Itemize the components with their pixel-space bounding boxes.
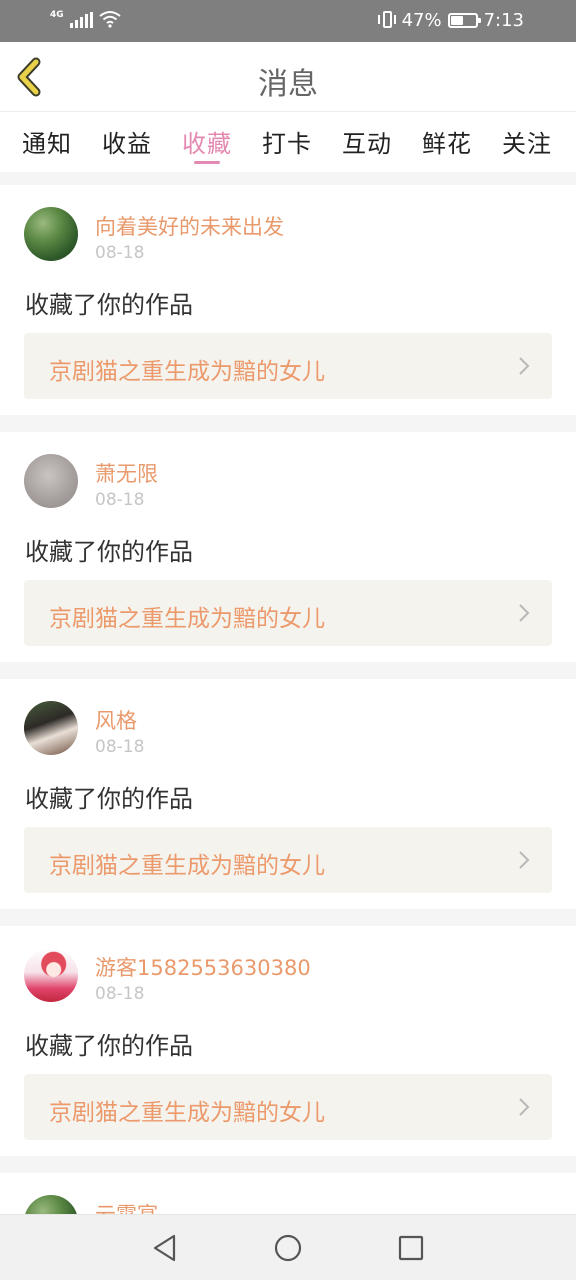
notification-card: 萧无限 08-18 收藏了你的作品 京剧猫之重生成为黯的女儿 — [0, 432, 576, 662]
notification-list: 向着美好的未来出发 08-18 收藏了你的作品 京剧猫之重生成为黯的女儿 萧无限… — [0, 185, 576, 1233]
work-link[interactable]: 京剧猫之重生成为黯的女儿 — [24, 827, 552, 893]
system-nav-bar — [0, 1214, 576, 1280]
signal-icon — [69, 12, 93, 28]
work-title: 京剧猫之重生成为黯的女儿 — [49, 359, 325, 385]
tab-interactions[interactable]: 互动 — [342, 112, 392, 172]
work-title: 京剧猫之重生成为黯的女儿 — [49, 853, 325, 879]
work-link[interactable]: 京剧猫之重生成为黯的女儿 — [24, 333, 552, 399]
username[interactable]: 游客1582553630380 — [95, 952, 311, 982]
network-type: 4G — [50, 10, 64, 20]
tab-earnings[interactable]: 收益 — [102, 112, 152, 172]
category-tabs: 通知 收益 收藏 打卡 互动 鲜花 关注 — [0, 112, 576, 172]
work-title: 京剧猫之重生成为黯的女儿 — [49, 1100, 325, 1126]
notification-date: 08-18 — [95, 243, 145, 263]
action-text: 收藏了你的作品 — [25, 785, 193, 813]
tab-favorites[interactable]: 收藏 — [182, 112, 232, 172]
username[interactable]: 风格 — [95, 705, 137, 735]
vibrate-icon — [377, 9, 396, 31]
user-avatar[interactable] — [24, 454, 78, 508]
chevron-right-icon — [519, 357, 530, 375]
back-triangle-icon[interactable] — [150, 1233, 180, 1263]
recent-square-icon[interactable] — [396, 1233, 426, 1263]
username[interactable]: 萧无限 — [95, 458, 158, 488]
user-avatar[interactable] — [24, 701, 78, 755]
chevron-right-icon — [519, 1098, 530, 1116]
status-bar: 4G 47% 7:13 — [0, 0, 576, 42]
notification-card: 游客1582553630380 08-18 收藏了你的作品 京剧猫之重生成为黯的… — [0, 926, 576, 1156]
notification-card: 向着美好的未来出发 08-18 收藏了你的作品 京剧猫之重生成为黯的女儿 — [0, 185, 576, 415]
user-avatar[interactable] — [24, 207, 78, 261]
tab-notifications[interactable]: 通知 — [22, 112, 72, 172]
chevron-right-icon — [519, 604, 530, 622]
page-title: 消息 — [258, 67, 318, 102]
battery-icon — [447, 12, 481, 28]
wifi-icon — [99, 11, 121, 28]
clock: 7:13 — [483, 9, 524, 31]
notification-date: 08-18 — [95, 737, 145, 757]
user-avatar[interactable] — [24, 948, 78, 1002]
notification-date: 08-18 — [95, 490, 145, 510]
tab-flowers[interactable]: 鲜花 — [422, 112, 472, 172]
chevron-right-icon — [519, 851, 530, 869]
app-header: 消息 — [0, 42, 576, 112]
notification-date: 08-18 — [95, 984, 145, 1004]
action-text: 收藏了你的作品 — [25, 291, 193, 319]
work-link[interactable]: 京剧猫之重生成为黯的女儿 — [24, 1074, 552, 1140]
action-text: 收藏了你的作品 — [25, 1032, 193, 1060]
notification-card: 风格 08-18 收藏了你的作品 京剧猫之重生成为黯的女儿 — [0, 679, 576, 909]
battery-percent: 47% — [401, 9, 442, 31]
home-circle-icon[interactable] — [273, 1233, 303, 1263]
work-title: 京剧猫之重生成为黯的女儿 — [49, 606, 325, 632]
username[interactable]: 向着美好的未来出发 — [95, 211, 284, 241]
tab-following[interactable]: 关注 — [502, 112, 552, 172]
tab-checkin[interactable]: 打卡 — [262, 112, 312, 172]
work-link[interactable]: 京剧猫之重生成为黯的女儿 — [24, 580, 552, 646]
action-text: 收藏了你的作品 — [25, 538, 193, 566]
